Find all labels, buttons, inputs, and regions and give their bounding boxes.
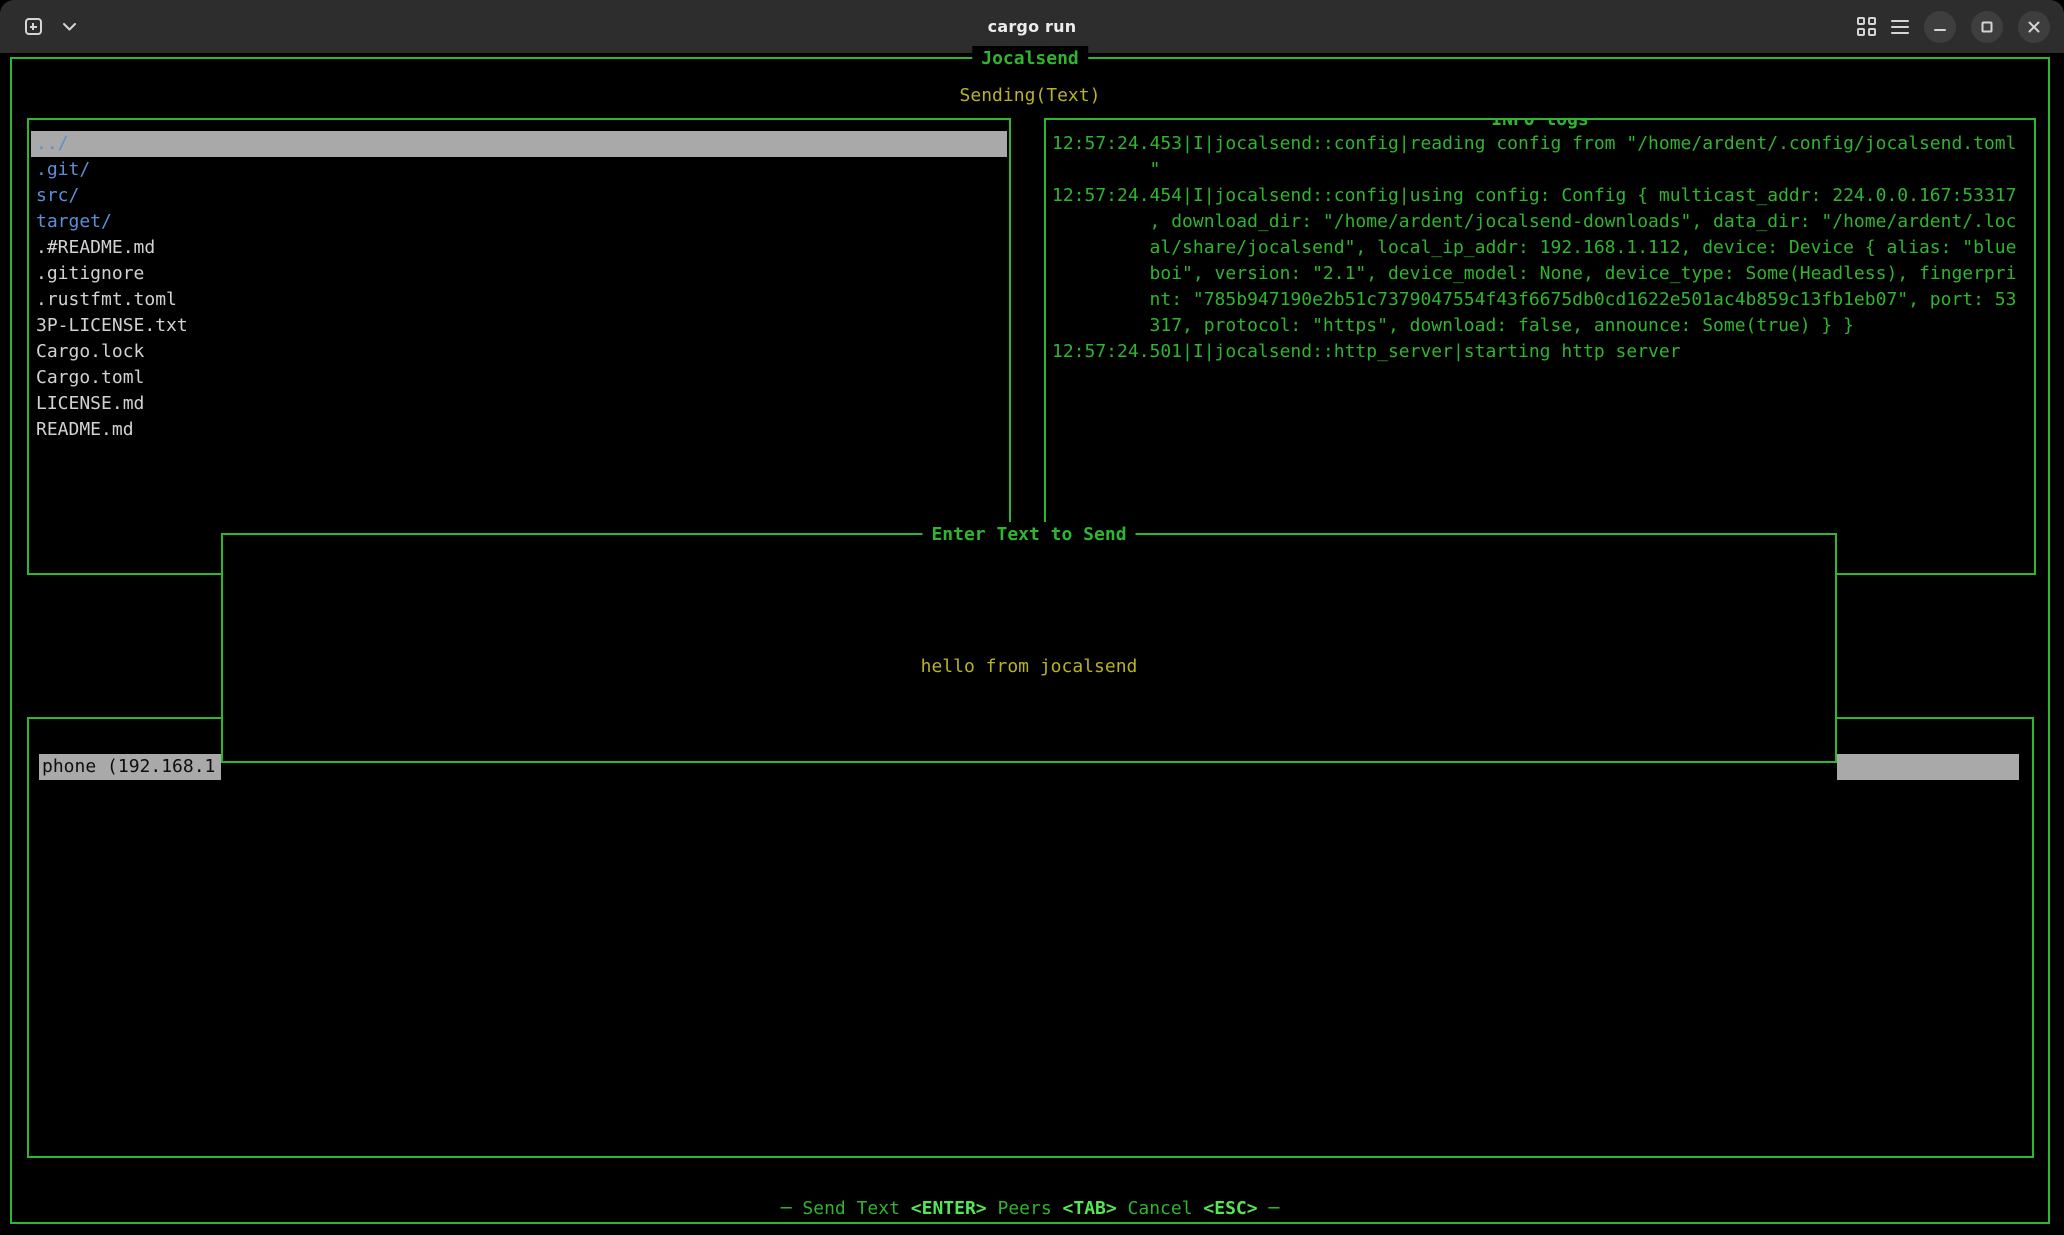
file-item[interactable]: src/ bbox=[31, 183, 1007, 209]
file-item[interactable]: LICENSE.md bbox=[31, 391, 1007, 417]
terminal-screen: Jocalsend Sending(Text) ../.git/src/targ… bbox=[0, 53, 2064, 1235]
log-line: 12:57:24.501|I|jocalsend::http_server|st… bbox=[1052, 339, 2028, 365]
file-item[interactable]: README.md bbox=[31, 417, 1007, 443]
footer-border-dash: ─ bbox=[1268, 1198, 1279, 1219]
log-lines: 12:57:24.453|I|jocalsend::config|reading… bbox=[1052, 131, 2028, 365]
app-title: Jocalsend bbox=[972, 46, 1088, 72]
maximize-icon bbox=[1981, 21, 1993, 33]
log-line: nt: "785b947190e2b51c7379047554f43f6675d… bbox=[1052, 287, 2028, 313]
keybind-key: <ENTER> bbox=[911, 1198, 987, 1219]
file-item[interactable]: Cargo.lock bbox=[31, 339, 1007, 365]
file-browser-panel: ../.git/src/target/.#README.md.gitignore… bbox=[27, 118, 1011, 575]
tab-switcher-button[interactable] bbox=[56, 9, 82, 45]
hamburger-icon bbox=[1891, 20, 1909, 34]
footer-space bbox=[987, 1198, 998, 1219]
file-list: ../.git/src/target/.#README.md.gitignore… bbox=[29, 131, 1009, 443]
log-panel: INFO logs 12:57:24.453|I|jocalsend::conf… bbox=[1044, 118, 2036, 575]
footer-space bbox=[1258, 1198, 1269, 1219]
file-item[interactable]: Cargo.toml bbox=[31, 365, 1007, 391]
close-icon bbox=[2028, 21, 2040, 33]
file-item[interactable]: .gitignore bbox=[31, 261, 1007, 287]
log-line: 317, protocol: "https", download: false,… bbox=[1052, 313, 2028, 339]
log-panel-title: INFO logs bbox=[1482, 118, 1598, 133]
file-item[interactable]: .rustfmt.toml bbox=[31, 287, 1007, 313]
keybind-key: <ESC> bbox=[1203, 1198, 1257, 1219]
minimize-button[interactable] bbox=[1924, 11, 1956, 43]
tab-overview-button[interactable] bbox=[1857, 9, 1876, 45]
keybind-label: Send Text bbox=[802, 1198, 910, 1219]
text-input-modal[interactable]: Enter Text to Send hello from jocalsend bbox=[221, 533, 1837, 763]
window-title: cargo run bbox=[988, 17, 1077, 36]
footer-space bbox=[1117, 1198, 1128, 1219]
file-item[interactable]: ../ bbox=[31, 131, 1007, 157]
chevron-down-icon bbox=[63, 23, 76, 31]
keybind-label: Cancel bbox=[1128, 1198, 1204, 1219]
footer-keybinds: ─ Send Text <ENTER> Peers <TAB> Cancel <… bbox=[10, 1196, 2050, 1222]
menu-button[interactable] bbox=[1891, 9, 1909, 45]
log-line: boi", version: "2.1", device_model: None… bbox=[1052, 261, 2028, 287]
peers-panel: phone (192.168.1 bbox=[27, 717, 2034, 1158]
minimize-icon bbox=[1934, 21, 1946, 33]
footer-border-dash: ─ bbox=[781, 1198, 792, 1219]
footer-space bbox=[792, 1198, 803, 1219]
keybind-key: <TAB> bbox=[1063, 1198, 1117, 1219]
new-tab-button[interactable] bbox=[14, 9, 52, 45]
file-item[interactable]: .git/ bbox=[31, 157, 1007, 183]
keybind-label: Peers bbox=[997, 1198, 1062, 1219]
file-item[interactable]: 3P-LICENSE.txt bbox=[31, 313, 1007, 339]
log-line: 12:57:24.454|I|jocalsend::config|using c… bbox=[1052, 183, 2028, 209]
text-input-value: hello from jocalsend bbox=[223, 654, 1835, 680]
log-line: , download_dir: "/home/ardent/jocalsend-… bbox=[1052, 209, 2028, 235]
maximize-button[interactable] bbox=[1971, 11, 2003, 43]
app-mode-status: Sending(Text) bbox=[10, 83, 2050, 109]
log-line: al/share/jocalsend", local_ip_addr: 192.… bbox=[1052, 235, 2028, 261]
file-item[interactable]: target/ bbox=[31, 209, 1007, 235]
modal-title: Enter Text to Send bbox=[922, 522, 1135, 548]
close-button[interactable] bbox=[2018, 11, 2050, 43]
log-line: " bbox=[1052, 157, 2028, 183]
file-item[interactable]: .#README.md bbox=[31, 235, 1007, 261]
log-line: 12:57:24.453|I|jocalsend::config|reading… bbox=[1052, 131, 2028, 157]
grid-icon bbox=[1857, 17, 1876, 36]
new-tab-icon bbox=[25, 18, 42, 35]
